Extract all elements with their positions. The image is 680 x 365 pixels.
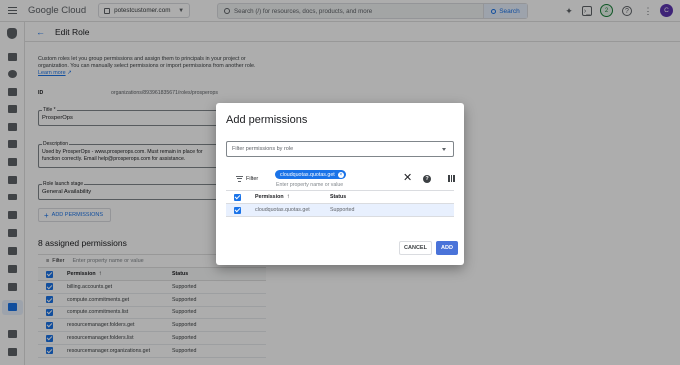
help-icon[interactable]: ? (423, 175, 431, 183)
dropdown-arrow-icon (442, 148, 446, 151)
dialog-filter-input[interactable]: Enter property name or value (276, 182, 343, 188)
filter-icon (236, 176, 243, 182)
add-button[interactable]: ADD (436, 241, 458, 255)
clear-filter-icon[interactable]: ✕ (403, 171, 412, 184)
filter-by-role-select[interactable]: Filter permissions by role (226, 141, 454, 157)
column-display-icon[interactable] (448, 175, 456, 182)
dialog-permission-status: Supported (330, 207, 355, 213)
dialog-row-checkbox[interactable] (234, 206, 241, 214)
dialog-title: Add permissions (226, 114, 308, 126)
add-permissions-dialog: Add permissions Filter permissions by ro… (216, 103, 464, 265)
dialog-column-status: Status (330, 194, 347, 200)
dialog-table-header: Permission ↑ Status (226, 191, 454, 204)
dialog-permissions-table: Permission ↑ Status cloudquotas.quotas.ge… (226, 191, 454, 217)
filter-by-role-placeholder: Filter permissions by role (232, 146, 294, 152)
dialog-filter-bar: Filter cloudquotas.quotas.get × Enter pr… (226, 167, 456, 191)
filter-chip[interactable]: cloudquotas.quotas.get × (275, 170, 346, 179)
cancel-button[interactable]: CANCEL (399, 241, 432, 255)
dialog-select-all-checkbox[interactable] (234, 193, 241, 201)
dialog-permission-name: cloudquotas.quotas.get (255, 207, 310, 213)
dialog-filter-label: Filter (246, 176, 259, 182)
filter-chip-label: cloudquotas.quotas.get (280, 171, 335, 178)
dialog-column-permission[interactable]: Permission ↑ (255, 194, 290, 200)
chip-remove-icon[interactable]: × (337, 171, 344, 178)
sort-arrow-icon: ↑ (286, 194, 290, 200)
dialog-table-row: cloudquotas.quotas.get Supported (226, 204, 454, 217)
dialog-column-permission-label: Permission (255, 194, 284, 200)
